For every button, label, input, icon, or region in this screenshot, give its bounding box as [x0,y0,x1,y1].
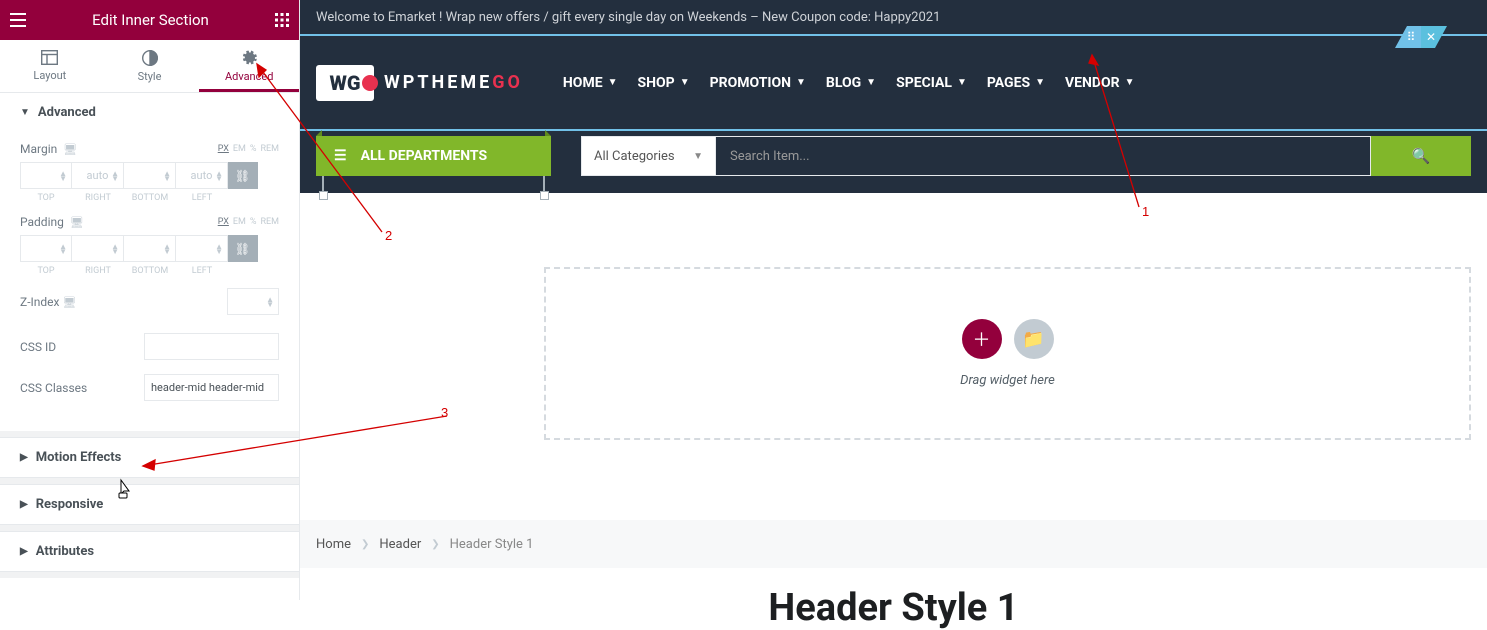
widgets-grid-icon[interactable] [275,13,289,27]
chevron-down-icon: ▼ [957,77,967,88]
cssid-label: CSS ID [20,340,56,354]
responsive-icon[interactable]: 🖥 [62,296,76,309]
section-attributes[interactable]: ▶ Attributes [0,531,299,572]
link-values-icon[interactable]: ⛓ [228,162,258,189]
zindex-input[interactable]: ▲▼ [227,288,279,315]
dropzone-label: Drag widget here [960,373,1055,388]
cssclasses-label: CSS Classes [20,381,87,395]
nav-vendor[interactable]: VENDOR▼ [1065,75,1135,91]
margin-left-input[interactable]: auto ▲▼ [176,162,228,189]
padding-units[interactable]: PX EM % REM [218,217,279,227]
tab-layout[interactable]: Layout [0,40,100,92]
panel-header: Edit Inner Section [0,0,299,40]
cssclasses-input[interactable] [144,374,279,401]
nav-special[interactable]: SPECIAL▼ [896,75,967,91]
search-button[interactable]: 🔍 [1371,136,1471,176]
style-icon [100,50,200,66]
link-values-icon[interactable]: ⛓ [228,235,258,262]
nav-shop[interactable]: SHOP▼ [638,75,690,91]
gear-icon [199,50,299,66]
tab-style[interactable]: Style [100,40,200,92]
page-title: Header Style 1 [300,586,1487,630]
margin-bottom-input[interactable]: ▲▼ [124,162,176,189]
chevron-down-icon: ▼ [796,77,806,88]
margin-inputs: ▲▼ auto ▲▼ ▲▼ auto ▲▼ ⛓ [20,162,279,189]
zindex-label: Z-Index [20,295,59,309]
chevron-down-icon: ▼ [1125,77,1135,88]
section-controls: ⠿ ✕ [1395,26,1447,48]
margin-label: Margin [20,142,57,156]
crumb-current: Header Style 1 [450,537,534,552]
menu-icon[interactable] [10,13,26,27]
category-select[interactable]: All Categories ▼ [581,136,716,176]
nav-promotion[interactable]: PROMOTION▼ [710,75,806,91]
padding-bottom-input[interactable]: ▲▼ [124,235,176,262]
nav-home[interactable]: HOME▼ [563,75,618,91]
padding-label: Padding [20,215,64,229]
chevron-right-icon: ❯ [431,539,439,550]
panel-sections: ▼ Advanced Margin 🖥 PX EM % REM ▲▼ auto … [0,93,299,600]
list-icon: ☰ [334,148,347,164]
padding-left-input[interactable]: ▲▼ [176,235,228,262]
section-responsive[interactable]: ▶ Responsive [0,484,299,525]
layout-icon [0,50,100,65]
site-header: WG WPTHEMEGO HOME▼ SHOP▼ PROMOTION▼ BLOG… [300,36,1487,131]
chevron-down-icon: ▼ [608,77,618,88]
section-motion-effects[interactable]: ▶ Motion Effects [0,437,299,478]
close-section-icon[interactable]: ✕ [1421,26,1447,48]
search-icon: 🔍 [1412,147,1431,165]
nav-blog[interactable]: BLOG▼ [826,75,876,91]
responsive-icon[interactable]: 🖥 [70,216,84,229]
site-logo[interactable]: WG WPTHEMEGO [316,65,523,101]
main-nav: HOME▼ SHOP▼ PROMOTION▼ BLOG▼ SPECIAL▼ PA… [563,75,1135,91]
responsive-icon[interactable]: 🖥 [63,143,77,156]
caret-down-icon: ▼ [20,107,30,118]
padding-inputs: ▲▼ ▲▼ ▲▼ ▲▼ ⛓ [20,235,279,262]
section-advanced-body: Margin 🖥 PX EM % REM ▲▼ auto ▲▼ ▲▼ auto … [0,132,299,437]
drag-section-icon[interactable]: ⠿ [1395,26,1421,48]
padding-right-input[interactable]: ▲▼ [72,235,124,262]
search-input[interactable]: Search Item... [716,136,1371,176]
resize-handle-icon[interactable] [540,176,548,200]
chevron-down-icon: ▼ [693,151,703,162]
caret-right-icon: ▶ [20,499,28,510]
section-advanced-head[interactable]: ▼ Advanced [0,93,299,132]
widget-dropzone[interactable]: ＋ 📁 Drag widget here [544,267,1471,440]
folder-icon: 📁 [1022,329,1044,350]
all-departments-button[interactable]: ☰ ALL DEPARTMENTS [316,136,551,176]
add-widget-button[interactable]: ＋ [962,319,1002,359]
template-library-button[interactable]: 📁 [1014,319,1054,359]
canvas: ＋ 📁 Drag widget here [300,193,1487,460]
search-wrapper: All Categories ▼ Search Item... 🔍 [581,136,1471,176]
editor-panel: Edit Inner Section Layout Style Advanced… [0,0,300,600]
chevron-down-icon: ▼ [866,77,876,88]
caret-right-icon: ▶ [20,546,28,557]
promo-topbar: Welcome to Emarket ! Wrap new offers / g… [300,0,1487,36]
caret-right-icon: ▶ [20,452,28,463]
chevron-down-icon: ▼ [680,77,690,88]
nav-pages[interactable]: PAGES▼ [987,75,1045,91]
padding-top-input[interactable]: ▲▼ [20,235,72,262]
breadcrumb: Home ❯ Header ❯ Header Style 1 [300,520,1487,568]
margin-units[interactable]: PX EM % REM [218,144,279,154]
preview-area: Welcome to Emarket ! Wrap new offers / g… [300,0,1487,600]
margin-top-input[interactable]: ▲▼ [20,162,72,189]
resize-handle-icon[interactable] [319,176,327,200]
panel-tabs: Layout Style Advanced [0,40,299,93]
chevron-down-icon: ▼ [1035,77,1045,88]
panel-title: Edit Inner Section [26,11,275,29]
search-bar-row: ☰ ALL DEPARTMENTS All Categories ▼ Searc… [300,131,1487,193]
tab-advanced[interactable]: Advanced [199,40,299,92]
logo-mark: WG [316,65,374,101]
margin-right-input[interactable]: auto ▲▼ [72,162,124,189]
crumb-header[interactable]: Header [379,537,421,552]
crumb-home[interactable]: Home [316,537,351,552]
chevron-right-icon: ❯ [361,539,369,550]
cssid-input[interactable] [144,333,279,360]
